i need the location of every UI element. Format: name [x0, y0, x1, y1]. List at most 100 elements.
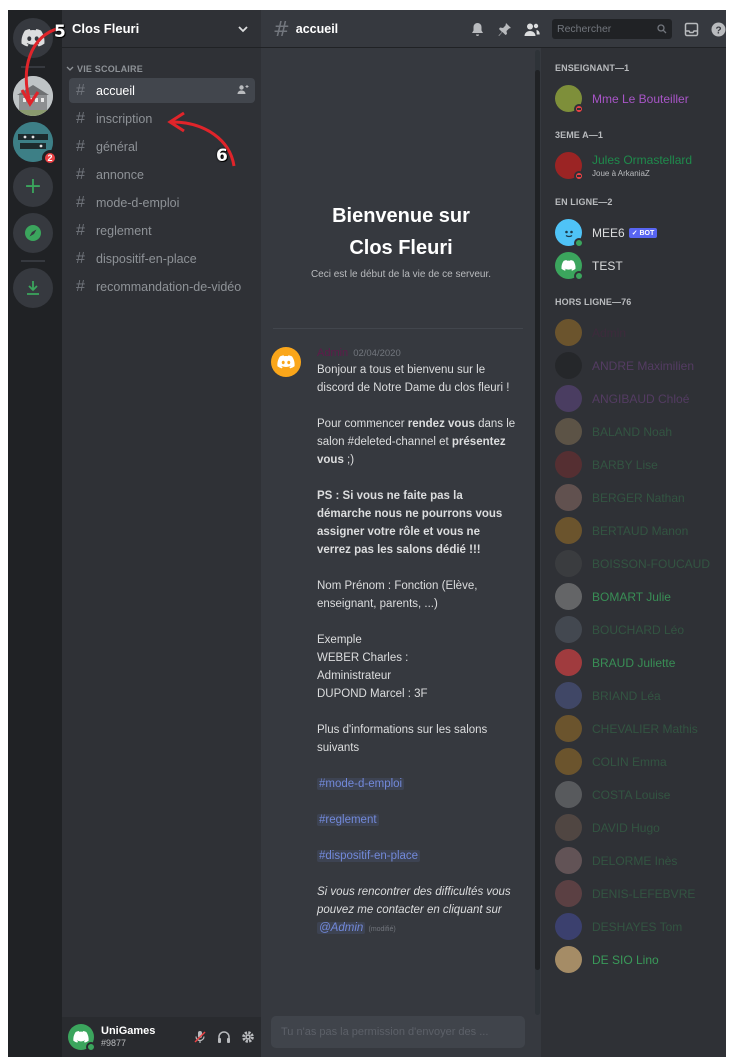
discord-logo-icon	[561, 260, 576, 271]
help-icon[interactable]: ?	[711, 22, 726, 37]
search-box[interactable]	[552, 19, 672, 39]
member-item[interactable]: Admin	[555, 316, 726, 349]
member-name: COLIN Emma	[592, 754, 667, 769]
home-button[interactable]	[13, 18, 53, 58]
add-server-button[interactable]: +	[13, 167, 53, 207]
member-item[interactable]: DE SIO Lino	[555, 943, 726, 976]
gear-icon[interactable]	[241, 1030, 255, 1044]
hashtag-icon: #	[76, 137, 85, 155]
channel-item-recommandation-de-video[interactable]: # recommandation-de-vidéo	[69, 274, 255, 299]
member-item[interactable]: ANDRE Maximilien	[555, 349, 726, 382]
channel-label: général	[96, 139, 138, 154]
avatar	[555, 913, 582, 940]
message-line: WEBER Charles :	[317, 652, 409, 664]
bot-badge: ✓ BOT	[628, 227, 658, 238]
pin-icon[interactable]	[497, 22, 512, 37]
message-line: DUPOND Marcel : 3F	[317, 688, 428, 700]
message-input[interactable]	[281, 1026, 515, 1038]
avatar	[555, 616, 582, 643]
member-name: BOUCHARD Léo	[592, 622, 685, 637]
member-item[interactable]: DESHAYES Tom	[555, 910, 726, 943]
server-icon-clos-fleuri[interactable]	[13, 76, 53, 116]
user-mention-admin[interactable]: @Admin	[317, 922, 366, 934]
headphones-icon[interactable]	[217, 1030, 231, 1044]
hashtag-icon: #	[76, 109, 85, 127]
member-item[interactable]: MEE6 ✓ BOT	[555, 216, 726, 249]
channel-item-reglement[interactable]: # reglement	[69, 218, 255, 243]
member-item[interactable]: TEST	[555, 249, 726, 282]
member-name: Admin	[592, 325, 627, 340]
member-group-header: 3EME A—1	[555, 130, 603, 140]
member-item[interactable]: BERTAUD Manon	[555, 514, 726, 547]
server-icon-games[interactable]: 2	[13, 122, 58, 166]
channel-category[interactable]: VIE SCOLAIRE	[62, 64, 261, 74]
member-item[interactable]: DAVID Hugo	[555, 811, 726, 844]
member-item[interactable]: Jules Ormastellard Joue à ArkaniaZ	[555, 149, 726, 182]
avatar	[555, 418, 582, 445]
member-name: BOMART Julie	[592, 589, 671, 604]
avatar[interactable]	[68, 1024, 96, 1052]
avatar	[555, 517, 582, 544]
server-name: Clos Fleuri	[72, 21, 140, 36]
member-item[interactable]: BRIAND Léa	[555, 679, 726, 712]
do-not-disturb-icon	[574, 104, 584, 114]
member-item[interactable]: BARBY Lise	[555, 448, 726, 481]
download-apps-button[interactable]	[13, 268, 53, 308]
member-list: ENSEIGNANT—1 Mme Le Bouteiller 3EME A—1 …	[541, 48, 726, 1057]
channel-item-accueil[interactable]: # accueil	[69, 78, 255, 103]
server-header[interactable]: Clos Fleuri	[62, 10, 261, 48]
channel-header: # accueil ?	[261, 10, 726, 48]
member-name: BRAUD Juliette	[592, 655, 676, 670]
avatar	[555, 152, 584, 181]
welcome-subtitle: Ceci est le début de la vie de ce serveu…	[310, 269, 492, 280]
member-item[interactable]: DENIS-LEFEBVRE	[555, 877, 726, 910]
channel-label: reglement	[96, 223, 152, 238]
search-input[interactable]	[557, 23, 647, 35]
annotation-number-5: 5	[54, 22, 66, 42]
scrollbar-thumb[interactable]	[535, 70, 540, 970]
member-name: BRIAND Léa	[592, 688, 661, 703]
member-item[interactable]: BOUCHARD Léo	[555, 613, 726, 646]
member-name: DELORME Inès	[592, 853, 678, 868]
explore-servers-button[interactable]	[13, 213, 53, 253]
avatar	[555, 451, 582, 478]
avatar	[555, 352, 582, 379]
channel-label: annonce	[96, 167, 144, 182]
member-item[interactable]: COSTA Louise	[555, 778, 726, 811]
message-author[interactable]: Admin	[317, 347, 348, 359]
member-item[interactable]: BOMART Julie	[555, 580, 726, 613]
inbox-icon[interactable]	[684, 22, 699, 37]
chevron-down-icon	[238, 25, 248, 32]
channel-item-dispositif-en-place[interactable]: # dispositif-en-place	[69, 246, 255, 271]
header-toolbar: ?	[470, 10, 726, 48]
message-body: Admin 02/04/2020 Bonjour a tous et bienve…	[317, 347, 517, 939]
mute-microphone-icon[interactable]	[193, 1030, 207, 1044]
edited-label: (modifié)	[368, 926, 396, 933]
member-item[interactable]: BALAND Noah	[555, 415, 726, 448]
discord-logo-icon	[73, 1031, 89, 1043]
member-item[interactable]: COLIN Emma	[555, 745, 726, 778]
member-item[interactable]: ANGIBAUD Chloé	[555, 382, 726, 415]
add-member-icon[interactable]	[237, 84, 249, 96]
channel-link-reglement[interactable]: #reglement	[317, 814, 379, 826]
channel-item-mode-d-emploi[interactable]: # mode-d-emploi	[69, 190, 255, 215]
member-item[interactable]: Mme Le Bouteiller	[555, 82, 726, 115]
bell-icon[interactable]	[470, 22, 485, 37]
member-item[interactable]: CHEVALIER Mathis	[555, 712, 726, 745]
member-item[interactable]: DELORME Inès	[555, 844, 726, 877]
member-item[interactable]: BERGER Nathan	[555, 481, 726, 514]
member-item[interactable]: BOISSON-FOUCAUD	[555, 547, 726, 580]
avatar	[555, 550, 582, 577]
channel-link-dispositif-en-place[interactable]: #dispositif-en-place	[317, 850, 421, 862]
message-header: Admin 02/04/2020	[317, 347, 517, 359]
discord-logo-icon	[277, 355, 295, 369]
channel-link-mode-d-emploi[interactable]: #mode-d-emploi	[317, 778, 405, 790]
avatar[interactable]	[271, 347, 301, 377]
member-name: BARBY Lise	[592, 457, 658, 472]
member-activity: Joue à ArkaniaZ	[592, 169, 650, 178]
member-item[interactable]: BRAUD Juliette	[555, 646, 726, 679]
channel-item-inscription[interactable]: # inscription	[69, 106, 255, 131]
avatar	[555, 85, 584, 114]
avatar	[555, 649, 582, 676]
members-list-icon[interactable]	[524, 22, 540, 37]
